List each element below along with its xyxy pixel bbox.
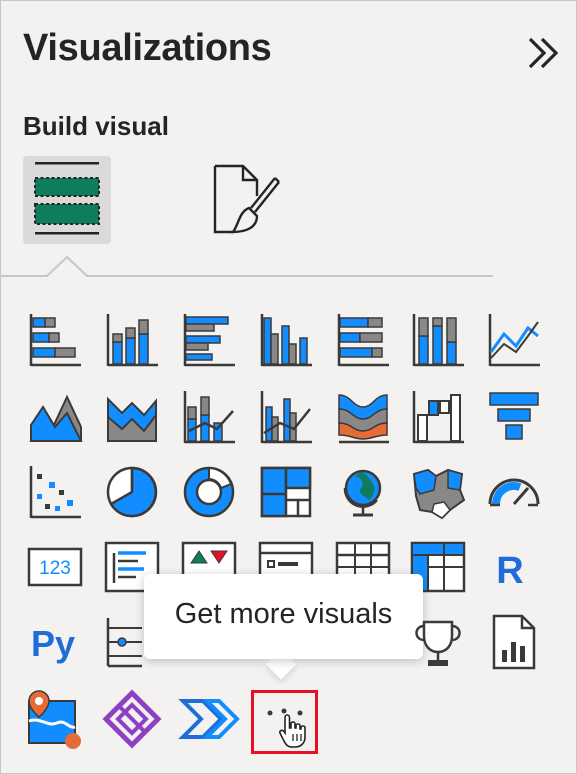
line-chart-icon (488, 314, 540, 367)
line-and-clustered-column-chart-button[interactable] (254, 385, 318, 449)
stacked-column-chart-button[interactable] (100, 308, 164, 372)
ribbon-chart-icon (338, 394, 389, 444)
card-icon: 123 (27, 547, 83, 587)
chevron-double-right-icon (528, 37, 559, 69)
100-stacked-bar-chart-icon (337, 314, 389, 367)
clustered-bar-chart-button[interactable] (177, 308, 241, 372)
pie-chart-button[interactable] (100, 460, 164, 524)
area-chart-button[interactable] (23, 385, 87, 449)
build-visual-tab[interactable] (23, 156, 111, 244)
clustered-bar-chart-icon (183, 314, 235, 367)
paintbrush-page-icon (213, 164, 280, 234)
stacked-bar-chart-icon (29, 314, 81, 367)
map-button[interactable] (331, 460, 395, 524)
paginated-report-icon (492, 614, 536, 670)
azure-map-button[interactable] (23, 687, 87, 751)
power-automate-icon (178, 699, 240, 739)
treemap-icon (260, 466, 312, 518)
funnel-chart-icon (489, 392, 539, 440)
pie-chart-icon (106, 466, 158, 518)
power-apps-button[interactable] (100, 687, 164, 751)
r-letter-text: R (496, 550, 523, 592)
100-stacked-column-chart-icon (412, 314, 464, 367)
python-script-icon: Py (31, 623, 75, 664)
stacked-area-chart-button[interactable] (100, 385, 164, 449)
trophy-icon (415, 620, 461, 666)
line-and-stacked-column-chart-button[interactable] (177, 385, 241, 449)
clustered-column-chart-button[interactable] (254, 308, 318, 372)
filled-map-icon (412, 468, 466, 520)
get-more-visuals-button[interactable] (251, 690, 318, 754)
filled-map-button[interactable] (406, 460, 470, 524)
r-script-visual-button[interactable]: R (482, 535, 546, 599)
get-more-visuals-tooltip: Get more visuals (144, 574, 423, 659)
line-chart-button[interactable] (482, 308, 546, 372)
scatter-chart-icon (29, 466, 81, 519)
python-letters-text: Py (31, 623, 75, 664)
stacked-bar-chart-button[interactable] (23, 308, 87, 372)
waterfall-chart-button[interactable] (406, 385, 470, 449)
hand-cursor-icon (279, 714, 306, 748)
azure-map-icon (28, 690, 81, 749)
funnel-chart-button[interactable] (482, 385, 546, 449)
format-visual-tab[interactable] (199, 156, 287, 244)
card-button[interactable]: 123 (23, 535, 87, 599)
r-script-icon: R (496, 550, 523, 592)
collapse-pane-button[interactable] (522, 31, 566, 75)
card-value-text: 123 (39, 558, 71, 579)
waterfall-chart-icon (412, 391, 464, 444)
scatter-chart-button[interactable] (23, 460, 87, 524)
paginated-report-button[interactable] (482, 610, 546, 674)
100-stacked-column-chart-button[interactable] (406, 308, 470, 372)
gauge-button[interactable] (482, 460, 546, 524)
tooltip-text: Get more visuals (174, 598, 393, 630)
ribbon-chart-button[interactable] (331, 385, 395, 449)
fields-wells-icon (34, 162, 100, 235)
build-visual-heading: Build visual (23, 111, 169, 141)
line-and-stacked-column-chart-icon (183, 391, 235, 444)
pane-title: Visualizations (23, 27, 272, 69)
line-and-clustered-column-chart-icon (260, 391, 312, 444)
stacked-area-chart-icon (107, 396, 157, 442)
treemap-button[interactable] (254, 460, 318, 524)
donut-chart-icon (183, 466, 235, 518)
globe-map-icon (343, 469, 382, 517)
power-apps-icon (102, 689, 162, 749)
area-chart-icon (29, 394, 83, 442)
gauge-icon (488, 478, 540, 507)
clustered-column-chart-icon (260, 314, 312, 367)
visualizations-pane: Visualizations Build visual 123 R Py Get… (0, 0, 577, 774)
100-stacked-bar-chart-button[interactable] (331, 308, 395, 372)
python-visual-button[interactable]: Py (23, 610, 87, 674)
metrics-button[interactable] (406, 610, 470, 674)
power-automate-button[interactable] (177, 687, 241, 751)
stacked-column-chart-icon (106, 314, 158, 367)
donut-chart-button[interactable] (177, 460, 241, 524)
